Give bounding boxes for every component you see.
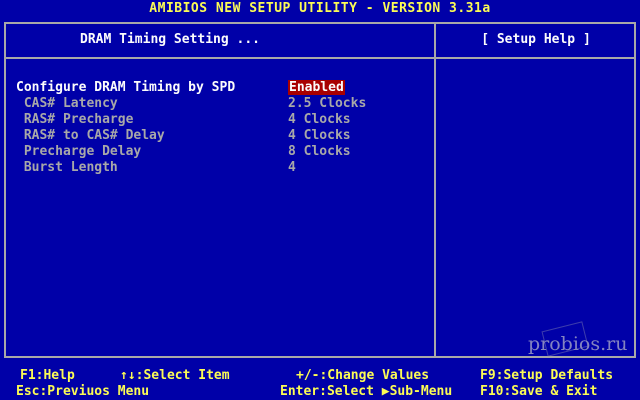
setting-label-ras-to-cas-delay: RAS# to CAS# Delay [16,128,165,143]
setting-label-cas-latency: CAS# Latency [16,96,118,111]
header-divider [4,57,636,59]
window-title: AMIBIOS NEW SETUP UTILITY - VERSION 3.31… [149,1,491,16]
key-help[interactable]: F1:Help [20,368,75,384]
key-select-submenu[interactable]: Enter:Select ▶Sub-Menu [280,384,452,400]
panel-title: DRAM Timing Setting ... [80,32,261,47]
setting-value-ras-precharge: 4 Clocks [288,112,351,127]
key-setup-defaults[interactable]: F9:Setup Defaults [480,368,613,384]
main-frame [4,22,636,358]
setting-label-configure-dram-timing: Configure DRAM Timing by SPD [16,80,236,95]
setting-value-burst-length: 4 [288,160,296,175]
setting-label-precharge-delay: Precharge Delay [16,144,142,159]
key-save-exit[interactable]: F10:Save & Exit [480,384,597,400]
panel-divider [434,22,436,358]
watermark-logo: probios.ru [528,321,638,362]
setting-value-configure-dram-timing[interactable]: Enabled [288,80,345,96]
key-select-item[interactable]: ↑↓:Select Item [120,368,230,384]
setting-value-cas-latency: 2.5 Clocks [288,96,367,111]
setup-help-title: [ Setup Help ] [481,32,591,47]
setting-label-ras-precharge: RAS# Precharge [16,112,134,127]
selected-value[interactable]: Enabled [288,80,345,95]
setting-label-burst-length: Burst Length [16,160,118,175]
key-previous-menu[interactable]: Esc:Previuos Menu [16,384,149,400]
key-change-values[interactable]: +/-:Change Values [296,368,429,384]
watermark-text: probios.ru [528,333,628,355]
setting-value-precharge-delay: 8 Clocks [288,144,351,159]
key-legend: F1:Help Esc:Previuos Menu ↑↓:Select Item… [0,360,640,400]
setting-value-ras-to-cas-delay: 4 Clocks [288,128,351,143]
